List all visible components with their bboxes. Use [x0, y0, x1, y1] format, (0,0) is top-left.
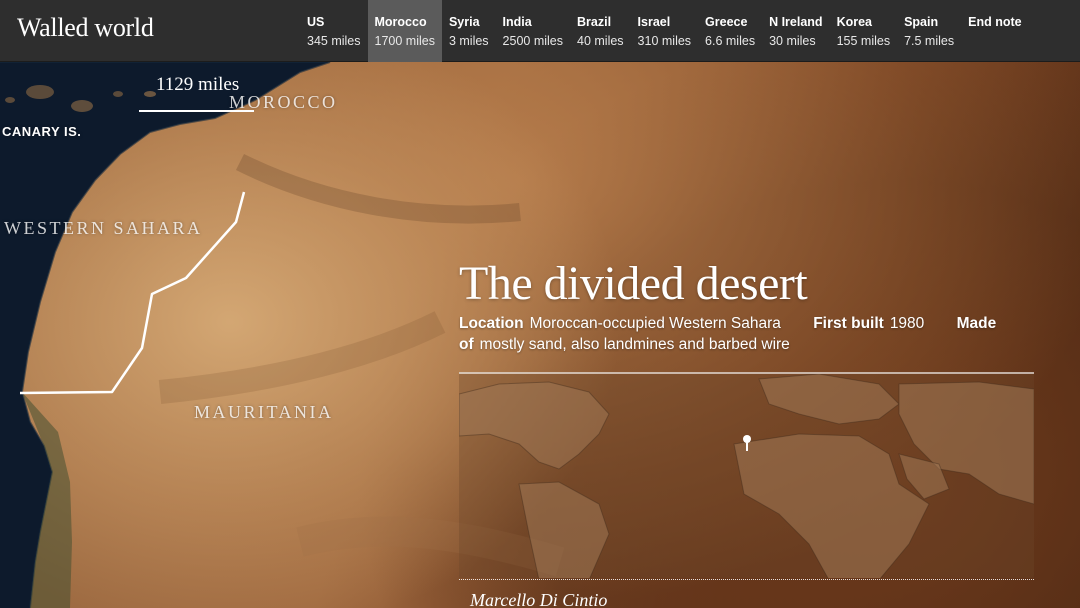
- tab-miles: 40 miles: [577, 34, 624, 48]
- tab-label: Greece: [705, 15, 748, 29]
- tab-miles: 345 miles: [307, 34, 361, 48]
- tab-label: N Ireland: [769, 15, 823, 29]
- tab-miles: 310 miles: [637, 34, 692, 48]
- tab-miles: 1700 miles: [374, 34, 435, 48]
- tab-label: Brazil: [577, 15, 612, 29]
- south-america-shape: [518, 481, 610, 578]
- world-map-silhouette: [459, 374, 1034, 578]
- label-western-sahara: WESTERN SAHARA: [4, 218, 203, 238]
- island: [71, 100, 93, 112]
- island: [5, 97, 15, 103]
- tab-label: Morocco: [374, 15, 427, 29]
- tab-label: Syria: [448, 15, 480, 29]
- article-headline: The divided desert: [459, 257, 808, 310]
- tab-miles: 6.6 miles: [705, 34, 756, 48]
- europe-shape: [758, 374, 900, 425]
- tab-miles: 7.5 miles: [904, 34, 955, 48]
- wall-tabs: US 345 miles Morocco 1700 miles Syria 3 …: [300, 0, 1029, 62]
- tab-n-ireland[interactable]: N Ireland 30 miles: [762, 0, 830, 62]
- tab-miles: 2500 miles: [502, 34, 563, 48]
- tab-end-note[interactable]: End note: [961, 0, 1028, 62]
- tab-label: Korea: [836, 15, 873, 29]
- island: [144, 91, 156, 97]
- tab-spain[interactable]: Spain 7.5 miles: [897, 0, 961, 62]
- section-divider: [459, 579, 1034, 580]
- tab-greece[interactable]: Greece 6.6 miles: [698, 0, 762, 62]
- scale-miles-label: 1129 miles: [156, 74, 240, 95]
- author-byline[interactable]: Marcello Di Cintio: [470, 590, 607, 608]
- island: [26, 85, 54, 99]
- tab-korea[interactable]: Korea 155 miles: [830, 0, 898, 62]
- label-morocco: MOROCCO: [229, 92, 338, 112]
- first-built-key: First built: [813, 315, 884, 332]
- fact-line: Location Moroccan-occupied Western Sahara…: [459, 313, 1059, 355]
- label-canary-islands: CANARY IS.: [2, 124, 82, 139]
- location-pin-stem: [746, 441, 748, 451]
- north-america-shape: [459, 381, 610, 470]
- top-navigation-bar: Walled world US 345 miles Morocco 1700 m…: [0, 0, 1080, 62]
- tab-label: Israel: [637, 15, 671, 29]
- location-key: Location: [459, 315, 524, 332]
- tab-brazil[interactable]: Brazil 40 miles: [570, 0, 631, 62]
- tab-us[interactable]: US 345 miles: [300, 0, 368, 62]
- tab-israel[interactable]: Israel 310 miles: [631, 0, 699, 62]
- first-built-value: 1980: [889, 315, 925, 332]
- site-title[interactable]: Walled world: [17, 13, 154, 43]
- tab-miles: 30 miles: [769, 34, 816, 48]
- tab-label: US: [307, 15, 325, 29]
- location-value: Moroccan-occupied Western Sahara: [529, 315, 781, 332]
- tab-india[interactable]: India 2500 miles: [496, 0, 570, 62]
- tab-label: India: [502, 15, 532, 29]
- tab-label: Spain: [904, 15, 939, 29]
- tab-miles: 155 miles: [836, 34, 891, 48]
- world-locator-map: [459, 372, 1034, 578]
- island: [113, 91, 123, 97]
- made-of-value: mostly sand, also landmines and barbed w…: [479, 336, 790, 353]
- tab-label: End note: [968, 15, 1022, 29]
- tab-miles: 3 miles: [448, 34, 489, 48]
- tab-syria[interactable]: Syria 3 miles: [442, 0, 496, 62]
- tab-morocco[interactable]: Morocco 1700 miles: [367, 0, 442, 62]
- label-mauritania: MAURITANIA: [194, 402, 334, 422]
